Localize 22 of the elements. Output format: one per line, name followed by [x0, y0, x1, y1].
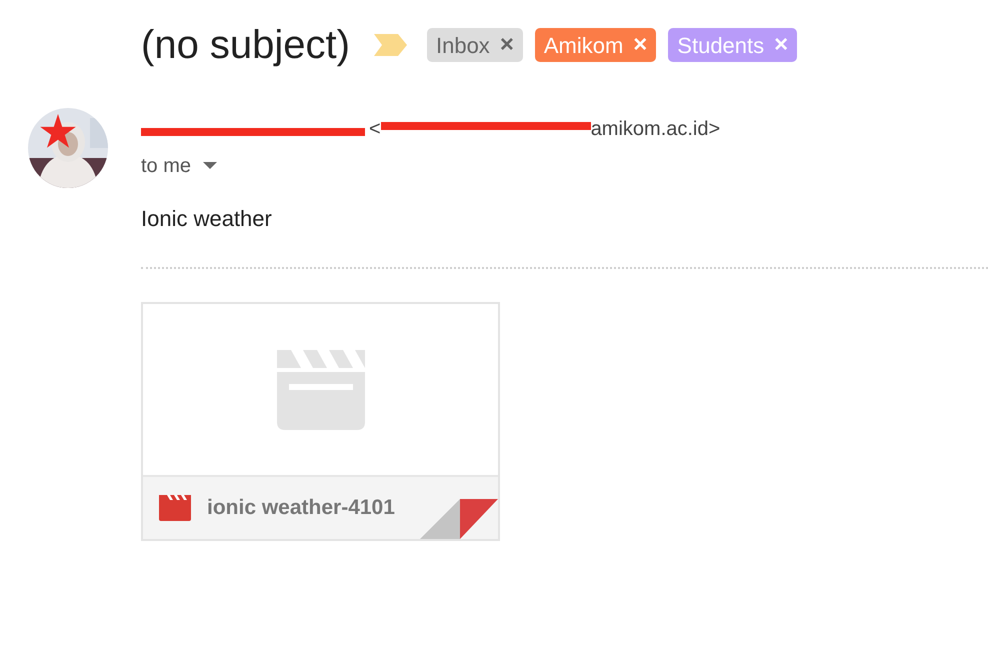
folded-corner-icon [420, 499, 498, 539]
recipient-label: to me [141, 154, 192, 179]
remove-label-button[interactable]: × [500, 33, 514, 57]
label-text: Inbox [436, 32, 490, 60]
remove-label-button[interactable]: × [774, 33, 788, 57]
label-text: Students [677, 32, 764, 60]
message-body: Ionic weather [141, 205, 273, 233]
sender-email: < [369, 117, 381, 142]
label-chip[interactable]: Amikom × [534, 28, 656, 62]
star-icon [40, 114, 76, 148]
caret-icon[interactable] [203, 162, 218, 170]
label-text: Amikom [544, 32, 624, 60]
film-clapper-icon [159, 495, 191, 521]
remove-label-button[interactable]: × [633, 33, 648, 57]
email-subject: (no subject) [141, 22, 350, 69]
film-clapper-icon [276, 350, 364, 430]
sender-email: amikom.ac.id> [590, 117, 720, 142]
attachment-name: ionic weather-4101 [207, 495, 395, 522]
importance-marker-icon [374, 34, 408, 56]
label-chip[interactable]: Inbox × [426, 28, 523, 62]
attachment-card[interactable]: ionic weather-4101 [141, 302, 500, 541]
label-chip[interactable]: Students × [668, 28, 798, 62]
